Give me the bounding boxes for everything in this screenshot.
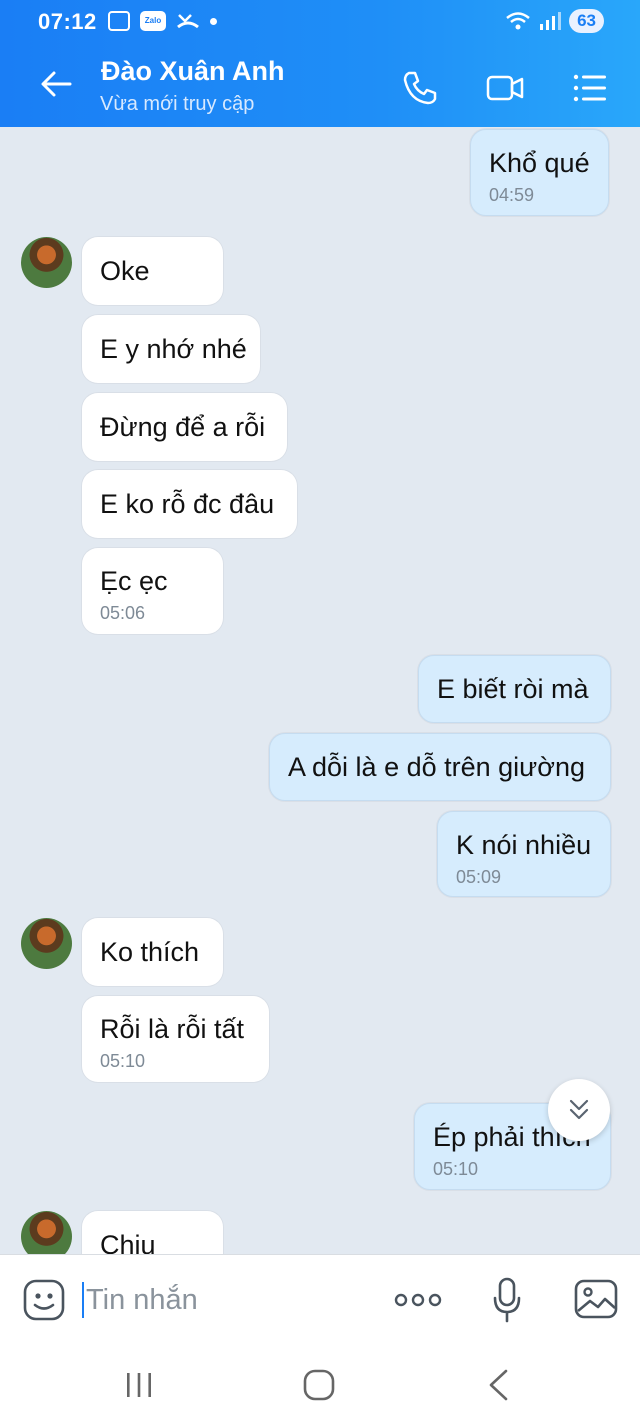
back-arrow-icon[interactable] [36, 64, 76, 104]
message-text: Chiu [100, 1230, 156, 1254]
text-cursor [82, 1282, 84, 1318]
message-bubble-incoming[interactable]: Chiu [82, 1211, 223, 1254]
message-text: A dỗi là e dỗ trên giường [288, 752, 585, 782]
contact-name[interactable]: Đào Xuân Anh [101, 56, 285, 87]
notification-dot-icon [210, 17, 217, 25]
message-bubble-incoming[interactable]: E ko rỗ đc đâu [82, 470, 297, 538]
home-icon[interactable] [302, 1368, 336, 1402]
message-bubble-incoming[interactable]: E y nhớ nhé [82, 315, 260, 383]
status-time: 07:12 [38, 9, 97, 34]
scroll-to-bottom-button[interactable] [548, 1079, 610, 1141]
menu-list-icon[interactable] [570, 68, 610, 108]
message-time: 05:09 [456, 867, 502, 887]
message-bubble-incoming[interactable]: Đừng để a rỗi [82, 393, 287, 461]
message-text: Oke [100, 256, 150, 286]
contact-avatar[interactable] [21, 237, 72, 288]
message-time: 05:10 [100, 1051, 146, 1071]
chat-header: 07:12 Zalo 63 Đào Xuân Anh Vừa mới truy … [0, 0, 640, 127]
message-text: K nói nhiều [456, 830, 592, 860]
system-navigation-bar [0, 1344, 640, 1426]
message-bubble-outgoing[interactable]: E biết ròi mà [418, 655, 611, 723]
message-bubble-outgoing[interactable]: A dỗi là e dỗ trên giường [269, 733, 611, 801]
message-composer [0, 1254, 640, 1344]
double-chevron-down-icon [569, 1099, 589, 1120]
message-text: Rỗi là rỗi tất [100, 1014, 245, 1044]
message-list[interactable]: Khổ qué 04:59 Oke E y nhớ nhé Đừng để a … [0, 127, 640, 1254]
recent-apps-icon[interactable] [124, 1370, 154, 1400]
microphone-icon[interactable] [492, 1277, 522, 1323]
notification-icons: Zalo [108, 11, 217, 31]
message-text: E y nhớ nhé [100, 334, 247, 364]
message-input[interactable] [86, 1280, 376, 1320]
message-text: E ko rỗ đc đâu [100, 489, 275, 519]
message-text: Đừng để a rỗi [100, 412, 266, 442]
phone-icon[interactable] [400, 68, 440, 108]
message-time: 04:59 [489, 185, 535, 205]
message-time: 05:10 [433, 1159, 479, 1179]
zalo-notification-icon: Zalo [140, 11, 166, 31]
message-bubble-incoming[interactable]: Ko thích [82, 918, 223, 986]
contact-avatar[interactable] [21, 1211, 72, 1254]
contact-status: Vừa mới truy cập [100, 93, 255, 115]
image-gallery-icon[interactable] [574, 1277, 618, 1321]
message-text: Ko thích [100, 937, 200, 967]
message-bubble-incoming[interactable]: Rỗi là rỗi tất 05:10 [82, 996, 269, 1082]
status-right: 63 [505, 9, 604, 33]
message-bubble-outgoing[interactable]: Khổ qué 04:59 [470, 129, 609, 216]
screenshot-icon [108, 11, 130, 31]
status-bar: 07:12 Zalo 63 [0, 0, 640, 42]
message-text: Khổ qué [489, 148, 590, 178]
back-nav-icon[interactable] [484, 1368, 512, 1402]
more-options-icon[interactable] [394, 1290, 442, 1310]
wifi-icon [506, 12, 530, 30]
message-bubble-incoming[interactable]: Ẹc ẹc 05:06 [82, 548, 223, 634]
emoji-sticker-icon[interactable] [23, 1279, 65, 1321]
video-call-icon[interactable] [485, 68, 525, 108]
contact-avatar[interactable] [21, 918, 72, 969]
message-bubble-outgoing[interactable]: K nói nhiều 05:09 [437, 811, 611, 897]
message-text: Ẹc ẹc [100, 566, 168, 596]
battery-indicator: 63 [569, 9, 604, 33]
message-bubble-incoming[interactable]: Oke [82, 237, 223, 305]
missed-call-icon [177, 14, 199, 29]
signal-icon [540, 12, 562, 30]
message-time: 05:06 [100, 603, 146, 623]
message-text: E biết ròi mà [437, 674, 589, 704]
